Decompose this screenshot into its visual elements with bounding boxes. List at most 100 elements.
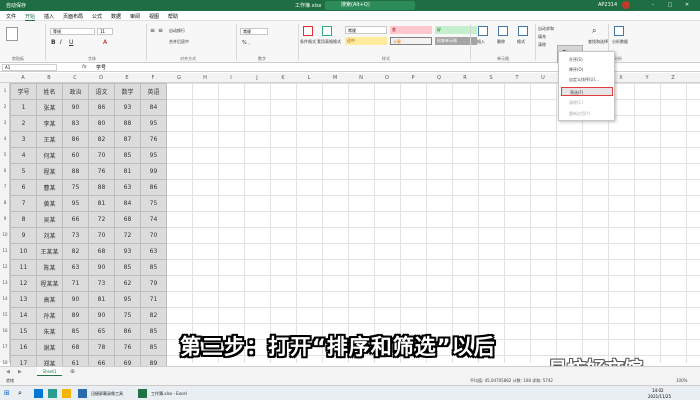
- table-cell[interactable]: 82: [62, 243, 89, 260]
- table-cell[interactable]: 吴某: [36, 211, 63, 228]
- merge-center-button[interactable]: 合并后居中: [169, 39, 189, 45]
- sheet-prev-icon[interactable]: ◀: [6, 369, 10, 375]
- maximize-icon[interactable]: □: [665, 1, 675, 10]
- table-cell[interactable]: 86: [88, 99, 115, 116]
- table-cell[interactable]: 15: [10, 323, 37, 340]
- menu-home[interactable]: 开始: [25, 13, 36, 21]
- autosave-toggle[interactable]: 自动保存: [6, 2, 26, 9]
- column-header-z[interactable]: Z: [660, 75, 686, 81]
- table-cell[interactable]: 83: [62, 115, 89, 132]
- table-cell[interactable]: 88: [88, 179, 115, 196]
- table-cell[interactable]: 刘某: [36, 227, 63, 244]
- table-cell[interactable]: 90: [88, 259, 115, 276]
- row-header-4[interactable]: 4: [0, 136, 10, 141]
- table-cell[interactable]: 87: [114, 131, 141, 148]
- insert-cells-icon[interactable]: [478, 26, 488, 36]
- conditional-format-button[interactable]: 条件格式: [300, 39, 316, 45]
- row-header-12[interactable]: 12: [0, 264, 10, 269]
- table-cell[interactable]: 73: [88, 275, 115, 292]
- menu-file[interactable]: 文件: [6, 13, 16, 20]
- table-cell[interactable]: 71: [62, 275, 89, 292]
- table-cell[interactable]: 90: [88, 307, 115, 324]
- table-cell[interactable]: 62: [114, 275, 141, 292]
- table-cell[interactable]: 65: [88, 323, 115, 340]
- column-header-p[interactable]: P: [400, 75, 426, 81]
- table-cell[interactable]: 63: [114, 179, 141, 196]
- table-cell[interactable]: 1: [10, 99, 37, 116]
- table-cell[interactable]: 82: [88, 131, 115, 148]
- autosum-button[interactable]: 自动求和: [538, 26, 554, 32]
- table-cell[interactable]: 68: [88, 243, 115, 260]
- table-cell[interactable]: 76: [140, 131, 167, 148]
- find-select-button[interactable]: 查找和选择: [588, 39, 608, 45]
- table-cell[interactable]: 4: [10, 147, 37, 164]
- wrap-text-button[interactable]: 自动换行: [169, 28, 185, 34]
- table-cell[interactable]: 张某: [36, 99, 63, 116]
- number-format-select[interactable]: 常规: [240, 28, 268, 35]
- avatar[interactable]: [622, 1, 630, 9]
- chat-icon[interactable]: [48, 389, 57, 398]
- row-header-13[interactable]: 13: [0, 280, 10, 285]
- table-cell[interactable]: 6: [10, 179, 37, 196]
- table-cell[interactable]: 78: [88, 339, 115, 356]
- column-header-s[interactable]: S: [478, 75, 504, 81]
- table-cell[interactable]: 99: [140, 163, 167, 180]
- header-cell[interactable]: 语文: [88, 83, 115, 100]
- style-calculation[interactable]: 计算: [390, 37, 432, 45]
- column-header-q[interactable]: Q: [426, 75, 452, 81]
- table-cell[interactable]: 高某: [36, 291, 63, 308]
- column-header-y[interactable]: Y: [634, 75, 660, 81]
- table-cell[interactable]: 89: [62, 307, 89, 324]
- menu-custom-sort[interactable]: 自定义排序(U)...: [561, 75, 613, 84]
- row-header-9[interactable]: 9: [0, 216, 10, 221]
- taskbar-app-recorder[interactable]: 迅捷屏幕录像工具: [80, 389, 123, 399]
- row-header-10[interactable]: 10: [0, 232, 10, 237]
- table-cell[interactable]: 60: [62, 147, 89, 164]
- menu-clear[interactable]: 清除(C): [561, 98, 613, 107]
- table-cell[interactable]: 80: [88, 115, 115, 132]
- table-cell[interactable]: 8: [10, 211, 37, 228]
- column-header-i[interactable]: I: [218, 75, 244, 81]
- table-cell[interactable]: 孙某: [36, 307, 63, 324]
- table-cell[interactable]: 王某: [36, 131, 63, 148]
- insert-button[interactable]: 插入: [477, 39, 485, 45]
- table-cell[interactable]: 16: [10, 339, 37, 356]
- analyze-data-button[interactable]: 分析数据: [612, 39, 628, 45]
- search-box[interactable]: 搜索(Alt+Q): [325, 1, 415, 10]
- table-cell[interactable]: 95: [62, 195, 89, 212]
- table-cell[interactable]: 程某某: [36, 275, 63, 292]
- paste-icon[interactable]: [6, 27, 18, 41]
- table-cell[interactable]: 74: [140, 211, 167, 228]
- font-name-select[interactable]: 等线: [50, 28, 95, 35]
- table-cell[interactable]: 陈某: [36, 259, 63, 276]
- italic-icon[interactable]: I: [60, 39, 62, 46]
- align-top-icon[interactable]: ≡: [150, 27, 155, 34]
- column-header-l[interactable]: L: [296, 75, 322, 81]
- taskbar-app-excel[interactable]: 工作簿.xlsx - Excel: [140, 389, 187, 399]
- column-header-u[interactable]: U: [530, 75, 556, 81]
- table-cell[interactable]: 84: [114, 195, 141, 212]
- table-cell[interactable]: 10: [10, 243, 37, 260]
- row-header-11[interactable]: 11: [0, 248, 10, 253]
- taskbar-search-icon[interactable]: ⌕: [18, 389, 22, 398]
- underline-icon[interactable]: U: [69, 39, 73, 46]
- table-cell[interactable]: 11: [10, 259, 37, 276]
- align-middle-icon[interactable]: ≡: [158, 27, 163, 34]
- style-neutral[interactable]: 适中: [345, 37, 387, 45]
- table-cell[interactable]: 5: [10, 163, 37, 180]
- bold-icon[interactable]: B: [51, 39, 56, 46]
- column-header-d[interactable]: D: [88, 75, 114, 81]
- table-cell[interactable]: 85: [62, 323, 89, 340]
- delete-button[interactable]: 删除: [497, 39, 505, 45]
- formula-input[interactable]: 学号: [96, 64, 106, 71]
- row-header-18[interactable]: 18: [0, 360, 10, 365]
- header-cell[interactable]: 学号: [10, 83, 37, 100]
- close-icon[interactable]: ✕: [682, 1, 692, 10]
- column-header-r[interactable]: R: [452, 75, 478, 81]
- table-cell[interactable]: 66: [62, 211, 89, 228]
- table-cell[interactable]: 90: [62, 99, 89, 116]
- table-cell[interactable]: 9: [10, 227, 37, 244]
- table-cell[interactable]: 7: [10, 195, 37, 212]
- table-cell[interactable]: 70: [88, 147, 115, 164]
- folder-icon[interactable]: [62, 389, 71, 398]
